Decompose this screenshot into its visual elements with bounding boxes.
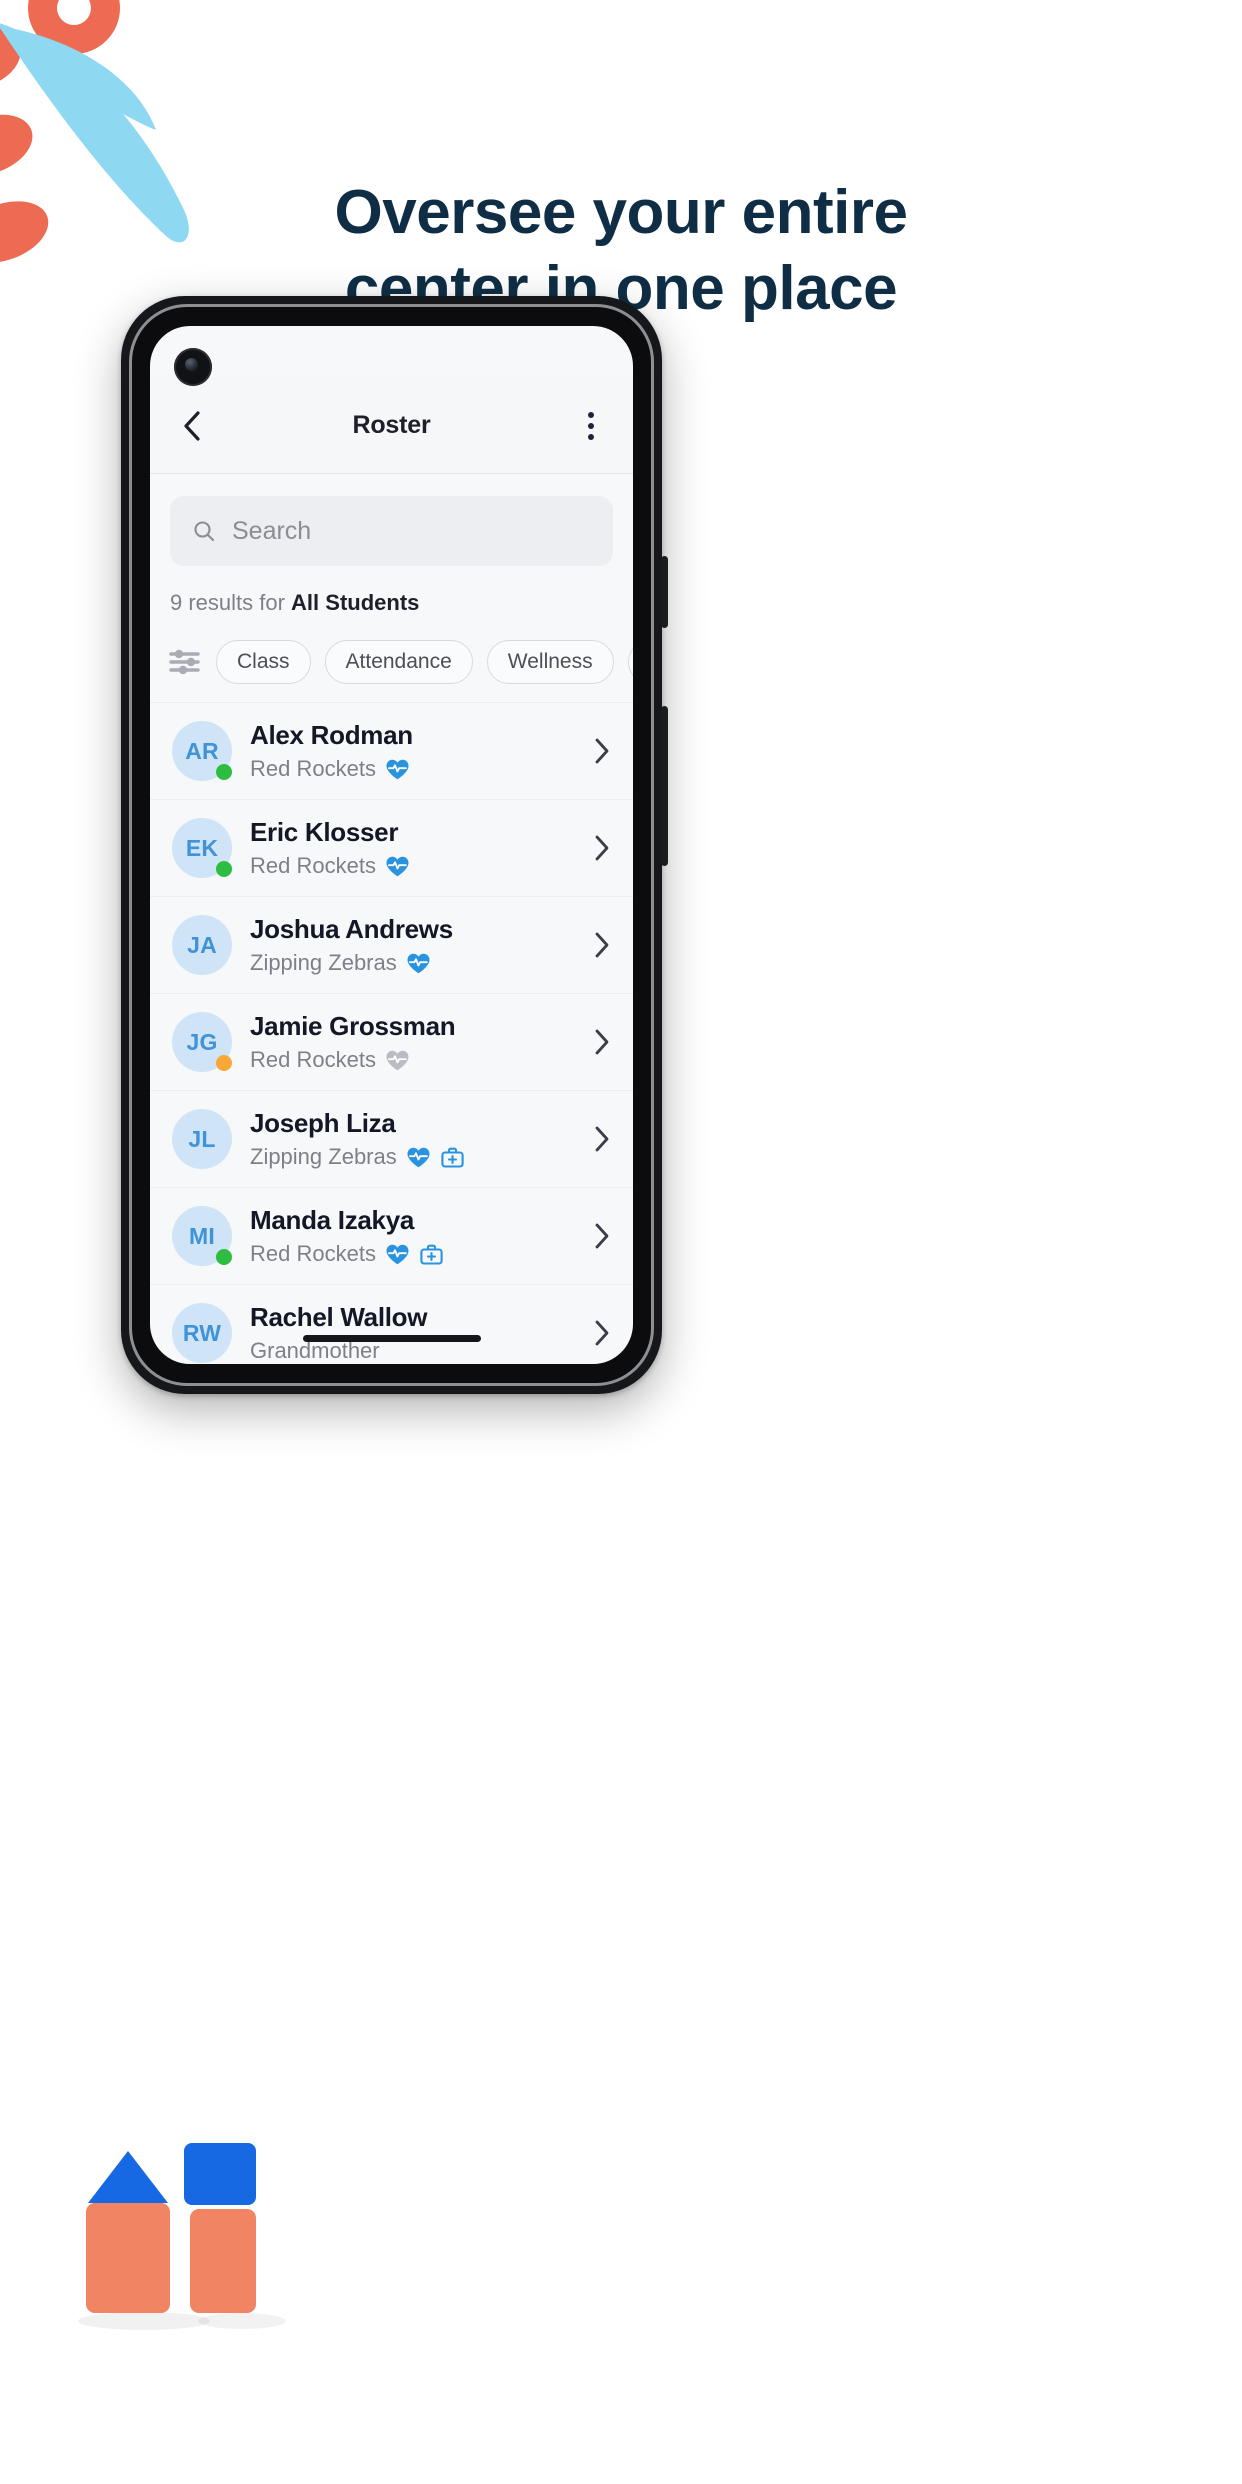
search-input[interactable]: Search (170, 496, 613, 566)
person-subtitle: Red Rockets (250, 1047, 376, 1073)
kebab-dot (588, 433, 594, 440)
status-badge (385, 758, 410, 781)
person-name: Rachel Wallow (250, 1301, 428, 1332)
roster-row[interactable]: JL Joseph Liza Zipping Zebras (150, 1090, 633, 1187)
medical-kit-icon (441, 1147, 464, 1168)
kebab-dot (588, 411, 594, 418)
person-name: Joseph Liza (250, 1107, 396, 1138)
avatar: JA (172, 915, 232, 975)
person-name: Jamie Grossman (250, 1010, 456, 1041)
heart-pulse-blue-icon (407, 1147, 430, 1167)
filter-chip-schedule[interactable]: Schedule (627, 640, 633, 684)
kebab-menu-icon[interactable] (571, 406, 611, 446)
roster-row[interactable]: MI Manda Izakya Red Rockets (150, 1187, 633, 1284)
results-scope: All Students (291, 590, 420, 615)
home-indicator (302, 1335, 481, 1342)
avatar-initials: RW (172, 1303, 232, 1363)
heart-pulse-gray-icon (386, 1050, 409, 1070)
status-dot (216, 861, 232, 877)
search-placeholder: Search (232, 516, 312, 545)
person-name: Manda Izakya (250, 1204, 415, 1235)
filter-chips-row[interactable]: Class Attendance Wellness Schedule Lock (150, 616, 633, 702)
person-subtitle-row: Red Rockets (250, 853, 584, 879)
roster-row-content: Jamie Grossman Red Rockets (250, 1011, 584, 1073)
front-camera-icon (174, 348, 212, 386)
person-subtitle: Red Rockets (250, 1241, 376, 1267)
chevron-right-icon (595, 1126, 609, 1152)
roster-row-content: Eric Klosser Red Rockets (250, 817, 584, 879)
person-subtitle-row: Red Rockets (250, 1241, 584, 1267)
roster-row-content: Joshua Andrews Zipping Zebras (250, 914, 584, 976)
person-subtitle: Red Rockets (250, 853, 376, 879)
search-section: Search (150, 474, 633, 566)
status-dot (216, 1055, 232, 1071)
roster-row[interactable]: JG Jamie Grossman Red Rockets (150, 993, 633, 1090)
roster-row[interactable]: JA Joshua Andrews Zipping Zebras (150, 896, 633, 993)
avatar-initials: JL (172, 1109, 232, 1169)
chevron-right-icon (595, 1223, 609, 1249)
heart-pulse-blue-icon (386, 856, 409, 876)
chevron-right-icon (595, 1029, 609, 1055)
chevron-right-icon (595, 1320, 609, 1346)
status-badge (406, 1146, 465, 1169)
person-name: Eric Klosser (250, 816, 399, 847)
roster-row[interactable]: RW Rachel Wallow Grandmother (150, 1284, 633, 1364)
roster-row-content: Rachel Wallow Grandmother (250, 1302, 584, 1364)
phone-mockup: Roster Search 9 results for All Students… (121, 296, 668, 1394)
filter-chip-attendance[interactable]: Attendance (324, 640, 473, 684)
status-badge (406, 952, 431, 975)
kebab-dot (588, 422, 594, 429)
status-badge (385, 855, 410, 878)
promo-screenshot-page: Oversee your entire center in one place … (0, 0, 1242, 2484)
filter-sliders-icon[interactable] (168, 647, 202, 677)
phone-power-button[interactable] (661, 706, 668, 866)
avatar: JL (172, 1109, 232, 1169)
person-subtitle-row: Red Rockets (250, 756, 584, 782)
medical-kit-icon (420, 1244, 443, 1265)
heart-pulse-blue-icon (407, 953, 430, 973)
avatar: EK (172, 818, 232, 878)
person-subtitle: Zipping Zebras (250, 950, 397, 976)
roster-row[interactable]: AR Alex Rodman Red Rockets (150, 702, 633, 799)
filter-chip-wellness[interactable]: Wellness (486, 640, 614, 684)
roster-row-content: Alex Rodman Red Rockets (250, 720, 584, 782)
phone-screen: Roster Search 9 results for All Students… (150, 326, 633, 1364)
status-dot (216, 764, 232, 780)
heart-pulse-blue-icon (386, 1244, 409, 1264)
person-name: Joshua Andrews (250, 913, 453, 944)
page-title: Roster (352, 411, 431, 439)
results-summary: 9 results for All Students (150, 566, 633, 616)
avatar: RW (172, 1303, 232, 1363)
chevron-right-icon (595, 932, 609, 958)
heart-pulse-blue-icon (386, 759, 409, 779)
roster-list: AR Alex Rodman Red Rockets EK Eric Klosser Re… (150, 702, 633, 1364)
avatar: AR (172, 721, 232, 781)
roster-row-content: Manda Izakya Red Rockets (250, 1205, 584, 1267)
chevron-right-icon (595, 738, 609, 764)
avatar-initials: JA (172, 915, 232, 975)
person-subtitle-row: Zipping Zebras (250, 950, 584, 976)
roster-row-content: Joseph Liza Zipping Zebras (250, 1108, 584, 1170)
search-icon (194, 521, 215, 542)
toy-blocks-decoration (78, 2143, 286, 2330)
headline-line-1: Oversee your entire (334, 178, 908, 247)
app-navbar: Roster (150, 378, 633, 474)
filter-chip-class[interactable]: Class (216, 640, 311, 684)
phone-volume-button[interactable] (661, 556, 668, 628)
chevron-right-icon (595, 835, 609, 861)
results-count: 9 results for (170, 590, 292, 615)
avatar: JG (172, 1012, 232, 1072)
person-subtitle-row: Zipping Zebras (250, 1144, 584, 1170)
status-dot (216, 1249, 232, 1265)
status-badge (385, 1243, 444, 1266)
person-subtitle: Zipping Zebras (250, 1144, 397, 1170)
roster-row[interactable]: EK Eric Klosser Red Rockets (150, 799, 633, 896)
person-subtitle-row: Red Rockets (250, 1047, 584, 1073)
person-subtitle: Red Rockets (250, 756, 376, 782)
avatar: MI (172, 1206, 232, 1266)
person-name: Alex Rodman (250, 719, 413, 750)
status-badge (385, 1049, 410, 1072)
